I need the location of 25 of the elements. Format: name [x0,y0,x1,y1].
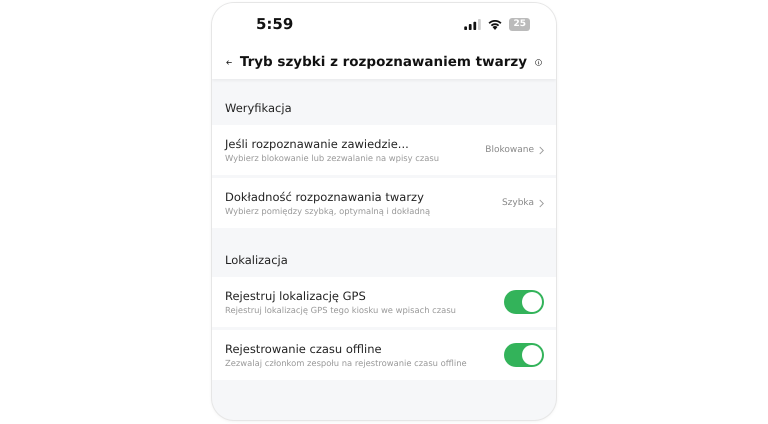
row-title: Dokładność rozpoznawania twarzy [225,190,425,204]
status-time: 5:59 [256,15,294,33]
settings-row[interactable]: Rejestrowanie czasu offline Zezwalaj członkom zespołu na rejestrowanie czasu offline [212,330,556,380]
settings-row[interactable]: Jeśli rozpoznawanie zawiedzie... Wybierz blokowanie lub zezwalanie na wpisy czasu Blokowane [212,125,556,175]
row-title: Rejestrowanie czasu offline [225,342,383,356]
section-header: Weryfikacja [224,100,293,117]
row-value: Blokowane [485,145,534,155]
wifi-icon [487,18,504,30]
screen-title: Tryb szybki z rozpoznawaniem twarzy [240,54,528,70]
row-description: Wybierz pomiędzy szybką, optymalną i dokładną [225,206,432,216]
row-description: Wybierz blokowanie lub zezwalanie na wpisy czasu [225,153,440,163]
row-value: Szybka [502,198,534,208]
settings-row[interactable]: Dokładność rozpoznawania twarzy Wybierz pomiędzy szybką, optymalną i dokładną Szybka [212,178,556,228]
toggle-switch[interactable] [504,290,544,314]
section-header: Lokalizacja [224,252,289,269]
settings-row[interactable]: Rejestruj lokalizację GPS Rejestruj lokalizację GPS tego kiosku we wpisach czasu [212,277,556,327]
toggle-switch[interactable] [504,343,544,367]
row-description: Zezwalaj członkom zespołu na rejestrowanie czasu offline [225,358,468,368]
row-description: Rejestruj lokalizację GPS tego kiosku we wpisach czasu [225,305,457,315]
row-title: Rejestruj lokalizację GPS [225,289,367,303]
signal-icon [464,18,482,30]
chevron-icon [539,146,544,154]
battery-indicator: 25 [509,18,530,30]
chevron-icon [539,198,544,208]
row-title: Jeśli rozpoznawanie zawiedzie... [225,137,410,151]
